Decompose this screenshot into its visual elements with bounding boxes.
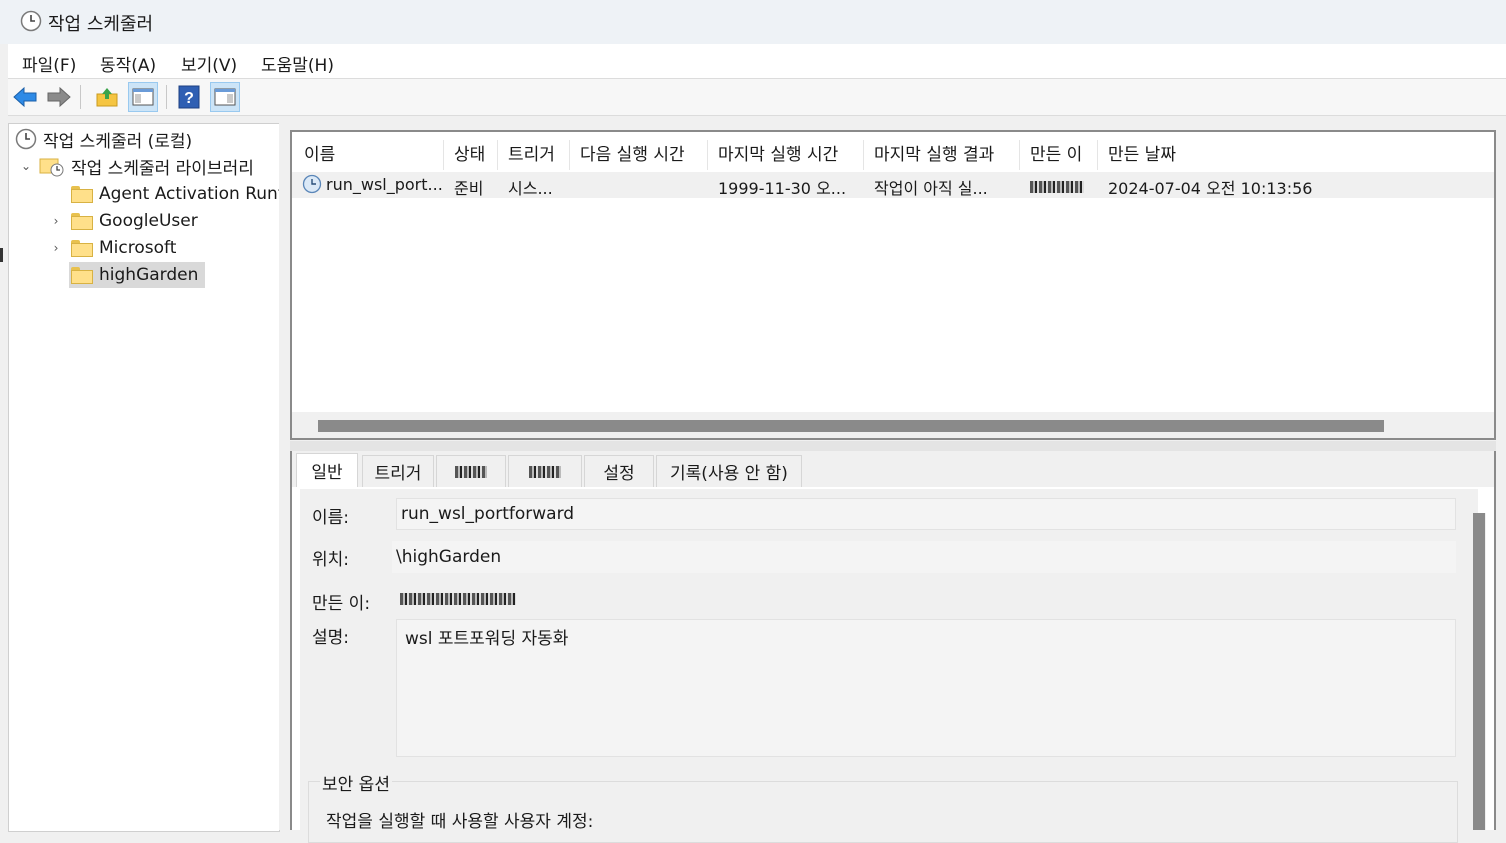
tree-item-folder[interactable]: › GoogleUser — [49, 208, 198, 234]
console-tree: 작업 스케줄러 (로컬) ⌄ 작업 스케줄러 라이브러리 Agent Activ… — [8, 123, 280, 832]
horizontal-scrollbar[interactable] — [292, 412, 1494, 438]
chevron-right-icon[interactable]: › — [49, 241, 63, 255]
location-label: 위치: — [312, 550, 350, 570]
task-list: 이름 상태 트리거 다음 실행 시간 마지막 실행 시간 마지막 실행 결과 만… — [290, 130, 1496, 440]
name-label: 이름: — [312, 508, 350, 528]
folder-icon — [71, 185, 93, 203]
column-header[interactable]: 이름 — [294, 140, 444, 170]
cell-name: run_wsl_port... — [326, 175, 442, 194]
tree-item-library[interactable]: ⌄ 작업 스케줄러 라이브러리 — [19, 153, 254, 179]
toolbar-separator — [166, 85, 167, 109]
cell-status: 준비 — [454, 179, 484, 198]
column-header[interactable]: 만든 날짜 — [1098, 140, 1494, 170]
folder-icon — [71, 266, 93, 284]
pane-splitter-horizontal[interactable] — [290, 441, 1496, 451]
tree-item-root[interactable]: 작업 스케줄러 (로컬) — [15, 126, 192, 152]
scrollbar-thumb[interactable] — [318, 420, 1384, 432]
tab-history[interactable]: 기록(사용 안 함) — [656, 455, 802, 487]
tab-conditions-redacted[interactable] — [508, 455, 582, 487]
menu-help[interactable]: 도움말(H) — [261, 51, 334, 76]
column-header[interactable]: 상태 — [444, 140, 498, 170]
run-as-label: 작업을 실행할 때 사용할 사용자 계정: — [326, 812, 594, 832]
cell-created: 2024-07-04 오전 10:13:56 — [1108, 179, 1313, 198]
show-hide-console-tree-icon[interactable] — [128, 82, 158, 112]
column-header[interactable]: 트리거 — [498, 140, 570, 170]
column-header[interactable]: 마지막 실행 결과 — [864, 140, 1020, 170]
tree-item-label: Microsoft — [99, 238, 177, 258]
security-options-label: 보안 옵션 — [320, 770, 392, 795]
clock-icon — [20, 10, 42, 36]
cell-last-run: 1999-11-30 오... — [718, 179, 847, 198]
location-field[interactable]: \highGarden — [392, 541, 1456, 573]
description-field[interactable]: wsl 포트포워딩 자동화 — [396, 619, 1456, 757]
tree-item-label: highGarden — [99, 265, 199, 285]
tree-item-label: GoogleUser — [99, 211, 198, 231]
tree-item-folder-selected[interactable]: highGarden — [69, 262, 205, 288]
vertical-scrollbar[interactable] — [1472, 513, 1486, 830]
help-icon[interactable]: ? — [174, 82, 204, 112]
description-label: 설명: — [312, 628, 350, 648]
menu-bar: 파일(F) 동작(A) 보기(V) 도움말(H) — [8, 44, 1506, 79]
list-header: 이름 상태 트리거 다음 실행 시간 마지막 실행 시간 마지막 실행 결과 만… — [292, 132, 1494, 170]
cell-author-redacted — [1030, 178, 1090, 197]
column-header[interactable]: 마지막 실행 시간 — [708, 140, 864, 170]
author-label: 만든 이: — [312, 594, 371, 614]
tab-general[interactable]: 일반 — [296, 453, 358, 487]
table-row[interactable]: run_wsl_port... 준비 시스... 1999-11-30 오...… — [292, 172, 1494, 198]
clock-icon — [15, 128, 37, 150]
tree-item-label: 작업 스케줄러 (로컬) — [43, 131, 193, 152]
up-folder-icon[interactable] — [92, 82, 122, 112]
chevron-right-icon[interactable]: › — [49, 214, 63, 228]
library-folder-icon — [39, 158, 64, 177]
menu-file[interactable]: 파일(F) — [22, 51, 76, 76]
menu-view[interactable]: 보기(V) — [181, 51, 237, 76]
tab-settings[interactable]: 설정 — [584, 455, 654, 487]
back-arrow-icon[interactable] — [10, 82, 40, 112]
menu-action[interactable]: 동작(A) — [100, 51, 156, 76]
general-tab-content: 이름: run_wsl_portforward 위치: \highGarden … — [300, 489, 1478, 843]
task-detail-panel: 일반 트리거 설정 기록(사용 안 함) 이름: run_wsl_portfor… — [290, 451, 1496, 843]
tree-item-folder[interactable]: Agent Activation Runtime — [71, 181, 279, 207]
svg-text:?: ? — [184, 90, 194, 107]
author-field-redacted[interactable] — [396, 585, 536, 613]
tab-triggers[interactable]: 트리거 — [362, 455, 434, 487]
column-header[interactable]: 다음 실행 시간 — [570, 140, 708, 170]
column-header[interactable]: 만든 이 — [1020, 140, 1098, 170]
folder-icon — [71, 212, 93, 230]
chevron-down-icon[interactable]: ⌄ — [19, 159, 33, 173]
window-edge-marker — [0, 248, 3, 262]
task-clock-icon — [302, 174, 322, 198]
toolbar-separator — [80, 85, 81, 109]
cell-last-result: 작업이 아직 실... — [874, 179, 988, 198]
tab-actions-redacted[interactable] — [436, 455, 506, 487]
folder-icon — [71, 239, 93, 257]
tree-item-label: 작업 스케줄러 라이브러리 — [71, 158, 254, 179]
cell-trigger: 시스... — [508, 179, 553, 198]
tab-strip: 일반 트리거 설정 기록(사용 안 함) — [292, 451, 1494, 487]
window-title: 작업 스케줄러 — [48, 14, 154, 35]
forward-arrow-icon[interactable] — [44, 82, 74, 112]
name-field[interactable]: run_wsl_portforward — [396, 498, 1456, 530]
tree-item-folder[interactable]: › Microsoft — [49, 235, 177, 261]
toolbar: ? — [8, 79, 1506, 116]
title-bar: 작업 스케줄러 — [0, 0, 1506, 44]
show-hide-action-pane-icon[interactable] — [210, 82, 240, 112]
tree-item-label: Agent Activation Runtime — [99, 184, 279, 204]
scrollbar-thumb[interactable] — [1473, 513, 1485, 830]
